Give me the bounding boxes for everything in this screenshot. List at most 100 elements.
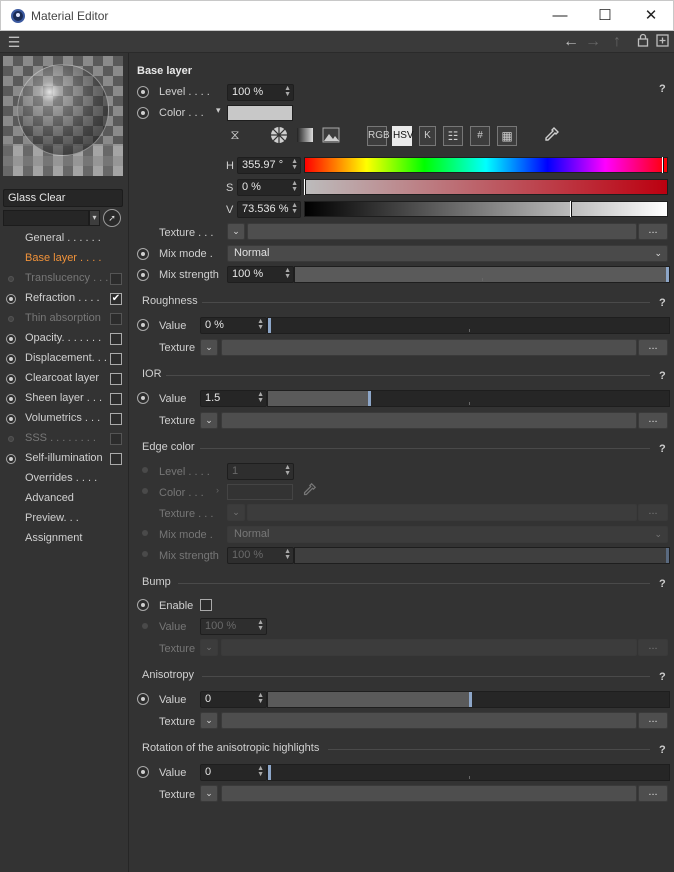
ior-animate-radio[interactable] bbox=[137, 392, 149, 404]
menu-icon[interactable]: ☰ bbox=[5, 33, 23, 51]
anisotropy-slider[interactable] bbox=[267, 691, 670, 708]
channel-radio[interactable] bbox=[6, 294, 16, 304]
channel-checkbox[interactable] bbox=[110, 413, 122, 425]
hue-slider[interactable] bbox=[304, 157, 668, 173]
texture-dropdown-chevron-icon[interactable]: ⌄ bbox=[227, 223, 245, 240]
channel-checkbox[interactable] bbox=[110, 313, 122, 325]
level-animate-radio[interactable] bbox=[137, 86, 149, 98]
bump-enable-checkbox[interactable] bbox=[200, 599, 212, 611]
anisotropy-texture-slot[interactable] bbox=[221, 712, 637, 729]
bump-texture-options-button[interactable]: ... bbox=[638, 639, 668, 656]
color-wheel-icon[interactable] bbox=[269, 126, 289, 146]
ior-slider[interactable] bbox=[267, 390, 670, 407]
new-window-icon[interactable] bbox=[653, 33, 671, 51]
edge-mix-strength-slider[interactable] bbox=[294, 547, 670, 564]
sidebar-item-thin-absorption[interactable]: Thin absorption bbox=[0, 310, 129, 328]
channel-radio[interactable] bbox=[6, 334, 16, 344]
image-picker-icon[interactable] bbox=[321, 126, 341, 146]
sidebar-item-opacity[interactable]: Opacity. . . . . . . bbox=[0, 330, 129, 348]
base-layer-help-icon[interactable]: ? bbox=[659, 83, 666, 95]
edge-mix-strength-handle[interactable] bbox=[666, 548, 669, 563]
ior-texture-chevron-icon[interactable]: ⌄ bbox=[200, 412, 218, 429]
roughness-slider[interactable] bbox=[267, 317, 670, 334]
rotation-slider[interactable] bbox=[267, 764, 670, 781]
roughness-value-input[interactable]: 0 % ▲ ▼ bbox=[200, 317, 267, 334]
material-select[interactable] bbox=[3, 210, 89, 226]
mixer-icon[interactable]: ☷ bbox=[443, 126, 463, 146]
value-input[interactable]: 73.536 % ▲ ▼ bbox=[237, 201, 301, 218]
texture-slot[interactable] bbox=[247, 223, 637, 240]
bump-help-icon[interactable]: ? bbox=[659, 578, 666, 590]
roughness-texture-slot[interactable] bbox=[221, 339, 637, 356]
swatch-grid-icon[interactable]: ▦ bbox=[497, 126, 517, 146]
sidebar-item-base-layer[interactable]: Base layer . . . . bbox=[0, 250, 129, 268]
value-slider[interactable] bbox=[304, 201, 668, 217]
roughness-slider-handle[interactable] bbox=[268, 318, 271, 333]
edge-mix-mode-radio[interactable] bbox=[142, 530, 148, 536]
roughness-help-icon[interactable]: ? bbox=[659, 297, 666, 309]
up-arrow-icon[interactable]: ↑ bbox=[608, 33, 626, 51]
back-arrow-icon[interactable]: ← bbox=[562, 33, 580, 51]
rotation-value-input[interactable]: 0 ▲ ▼ bbox=[200, 764, 267, 781]
edge-color-swatch[interactable] bbox=[227, 484, 293, 500]
rgb-mode-button[interactable]: RGB bbox=[367, 126, 390, 146]
sidebar-item-assignment[interactable]: Assignment bbox=[0, 530, 129, 548]
close-button[interactable]: ✕ bbox=[628, 1, 674, 31]
edge-texture-options-button[interactable]: ... bbox=[638, 504, 668, 521]
anisotropy-animate-radio[interactable] bbox=[137, 693, 149, 705]
edge-texture-slot[interactable] bbox=[247, 504, 637, 521]
edge-level-radio[interactable] bbox=[142, 467, 148, 473]
channel-radio[interactable] bbox=[8, 316, 14, 322]
edge-level-input[interactable]: 1 ▲ ▼ bbox=[227, 463, 294, 480]
sidebar-item-clearcoat-layer[interactable]: Clearcoat layer bbox=[0, 370, 129, 388]
channel-checkbox[interactable]: ✔ bbox=[110, 293, 122, 305]
sidebar-item-volumetrics[interactable]: Volumetrics . . . bbox=[0, 410, 129, 428]
anisotropy-value-input[interactable]: 0 ▲ ▼ bbox=[200, 691, 267, 708]
hex-mode-button[interactable]: # bbox=[470, 126, 490, 146]
hue-input[interactable]: 355.97 ° ▲ ▼ bbox=[237, 157, 301, 174]
channel-checkbox[interactable] bbox=[110, 273, 122, 285]
channel-checkbox[interactable] bbox=[110, 373, 122, 385]
ior-texture-options-button[interactable]: ... bbox=[638, 412, 668, 429]
channel-radio[interactable] bbox=[8, 276, 14, 282]
sidebar-item-preview[interactable]: Preview. . . bbox=[0, 510, 129, 528]
material-preview[interactable] bbox=[3, 56, 123, 176]
minimize-button[interactable]: — bbox=[537, 1, 583, 31]
edge-mix-mode-select[interactable]: Normal ⌄ bbox=[227, 526, 668, 543]
channel-radio[interactable] bbox=[6, 374, 16, 384]
anisotropy-help-icon[interactable]: ? bbox=[659, 671, 666, 683]
roughness-texture-chevron-icon[interactable]: ⌄ bbox=[200, 339, 218, 356]
channel-checkbox[interactable] bbox=[110, 453, 122, 465]
edge-eyedropper-icon[interactable] bbox=[301, 482, 317, 501]
spectrum-icon[interactable] bbox=[295, 126, 315, 146]
anisotropy-slider-handle[interactable] bbox=[468, 692, 472, 707]
saturation-slider[interactable] bbox=[304, 179, 668, 195]
edge-color-help-icon[interactable]: ? bbox=[659, 443, 666, 455]
mix-strength-input[interactable]: 100 % ▲ ▼ bbox=[227, 266, 294, 283]
rotation-texture-chevron-icon[interactable]: ⌄ bbox=[200, 785, 218, 802]
bump-texture-chevron-icon[interactable]: ⌄ bbox=[200, 639, 218, 656]
sidebar-item-sheen-layer[interactable]: Sheen layer . . . bbox=[0, 390, 129, 408]
channel-checkbox[interactable] bbox=[110, 353, 122, 365]
rotation-texture-options-button[interactable]: ... bbox=[638, 785, 668, 802]
maximize-button[interactable]: ☐ bbox=[582, 1, 628, 31]
material-name-field[interactable]: Glass Clear bbox=[3, 189, 123, 207]
rotation-animate-radio[interactable] bbox=[137, 766, 149, 778]
sidebar-item-refraction[interactable]: Refraction . . . . ✔ bbox=[0, 290, 129, 308]
material-dropdown-chevron-icon[interactable]: ▾ bbox=[89, 210, 100, 226]
rotation-texture-slot[interactable] bbox=[221, 785, 637, 802]
roughness-texture-options-button[interactable]: ... bbox=[638, 339, 668, 356]
ior-texture-slot[interactable] bbox=[221, 412, 637, 429]
channel-radio[interactable] bbox=[6, 354, 16, 364]
rotation-help-icon[interactable]: ? bbox=[659, 744, 666, 756]
color-animate-radio[interactable] bbox=[137, 107, 149, 119]
saturation-input[interactable]: 0 % ▲ ▼ bbox=[237, 179, 301, 196]
roughness-animate-radio[interactable] bbox=[137, 319, 149, 331]
ior-slider-handle[interactable] bbox=[368, 391, 372, 406]
anisotropy-texture-chevron-icon[interactable]: ⌄ bbox=[200, 712, 218, 729]
bump-enable-radio[interactable] bbox=[137, 599, 149, 611]
sidebar-item-advanced[interactable]: Advanced bbox=[0, 490, 129, 508]
ior-help-icon[interactable]: ? bbox=[659, 370, 666, 382]
sidebar-item-general[interactable]: General . . . . . . bbox=[0, 230, 129, 248]
eyedropper-icon[interactable] bbox=[540, 126, 562, 146]
